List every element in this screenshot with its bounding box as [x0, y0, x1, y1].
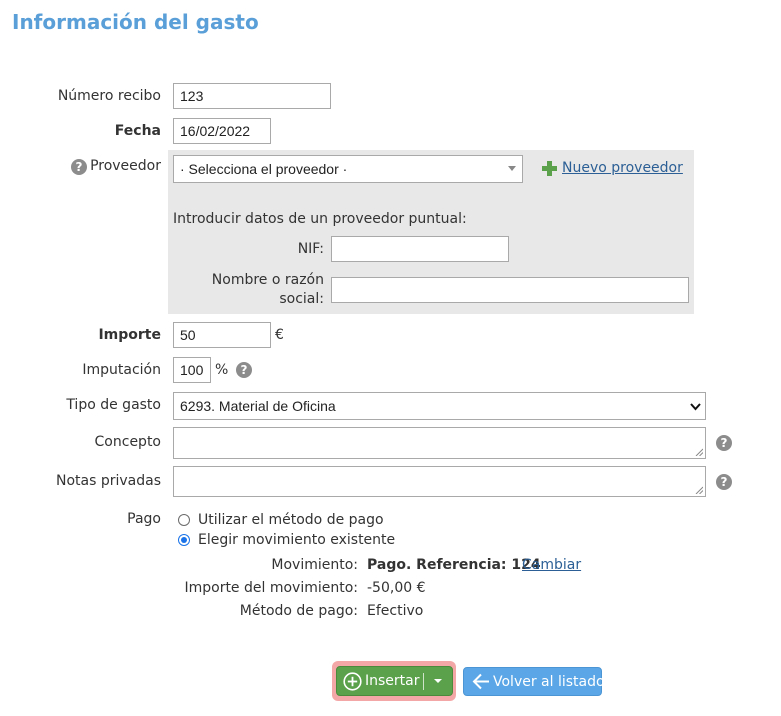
nombre-label-line2: social:	[279, 291, 324, 307]
tipo-gasto-value: 6293. Material de Oficina	[180, 398, 336, 414]
importe-label: Importe	[98, 327, 161, 343]
fecha-input[interactable]: 16/02/2022	[173, 118, 271, 144]
imputacion-input[interactable]: 100	[173, 357, 211, 383]
numero-recibo-label: Número recibo	[57, 88, 161, 104]
nif-label: NIF:	[297, 241, 324, 257]
pago-option-metodo-label[interactable]: Utilizar el método de pago	[198, 512, 384, 528]
movimiento-label: Movimiento:	[271, 557, 358, 573]
imputacion-help-icon[interactable]: ?	[236, 362, 252, 378]
resize-grip-icon[interactable]	[695, 448, 703, 456]
plus-icon[interactable]	[542, 161, 557, 176]
importe-unit: €	[275, 327, 284, 343]
pago-radio-metodo[interactable]	[178, 514, 190, 526]
arrow-left-icon	[472, 673, 489, 690]
importe-input[interactable]: 50	[173, 322, 271, 348]
caret-down-icon	[508, 166, 516, 171]
button-divider	[423, 673, 424, 690]
concepto-textarea[interactable]	[173, 427, 706, 459]
fecha-label: Fecha	[114, 123, 161, 139]
pago-radio-movimiento[interactable]	[178, 534, 190, 546]
pago-option-movimiento-label[interactable]: Elegir movimiento existente	[198, 532, 395, 548]
importe-movimiento-value: -50,00 €	[367, 580, 426, 596]
tipo-gasto-select[interactable]: 6293. Material de Oficina	[173, 392, 706, 420]
caret-down-icon	[434, 679, 442, 683]
concepto-help-icon[interactable]: ?	[716, 435, 732, 451]
notas-privadas-label: Notas privadas	[55, 473, 161, 489]
nif-input[interactable]	[331, 236, 509, 262]
nombre-label-line1: Nombre o razón	[211, 272, 324, 288]
volver-listado-button[interactable]: Volver al listado	[463, 667, 605, 696]
metodo-pago-label: Método de pago:	[239, 603, 358, 619]
proveedor-label: Proveedor	[90, 158, 161, 174]
insertar-button[interactable]: Insertar	[336, 666, 453, 696]
proveedor-select[interactable]: · Selecciona el proveedor ·	[173, 155, 523, 183]
plus-circle-icon	[343, 672, 362, 691]
nombre-razon-social-input[interactable]	[331, 277, 689, 303]
concepto-label: Concepto	[94, 434, 161, 450]
insertar-label: Insertar	[365, 673, 420, 689]
proveedor-puntual-heading: Introducir datos de un proveedor puntual…	[173, 211, 467, 227]
insertar-dropdown-toggle[interactable]	[431, 667, 453, 695]
page-title: Información del gasto	[12, 10, 259, 34]
notas-privadas-textarea[interactable]	[173, 466, 706, 497]
numero-recibo-input[interactable]: 123	[173, 83, 331, 109]
resize-grip-icon[interactable]	[695, 486, 703, 494]
tipo-gasto-label: Tipo de gasto	[66, 397, 161, 413]
volver-label: Volver al listado	[493, 674, 605, 690]
nuevo-proveedor-link[interactable]: Nuevo proveedor	[562, 160, 683, 176]
movimiento-value: Pago. Referencia: 124	[367, 557, 541, 573]
importe-movimiento-label: Importe del movimiento:	[184, 580, 358, 596]
proveedor-help-icon[interactable]: ?	[71, 159, 87, 175]
imputacion-unit: %	[215, 362, 229, 378]
imputacion-label: Imputación	[82, 362, 161, 378]
proveedor-select-value: · Selecciona el proveedor ·	[180, 161, 348, 177]
pago-label: Pago	[127, 511, 161, 527]
notas-privadas-help-icon[interactable]: ?	[716, 474, 732, 490]
cambiar-link[interactable]: Cambiar	[522, 557, 581, 573]
metodo-pago-value: Efectivo	[367, 603, 424, 619]
chevron-down-icon	[690, 403, 701, 411]
